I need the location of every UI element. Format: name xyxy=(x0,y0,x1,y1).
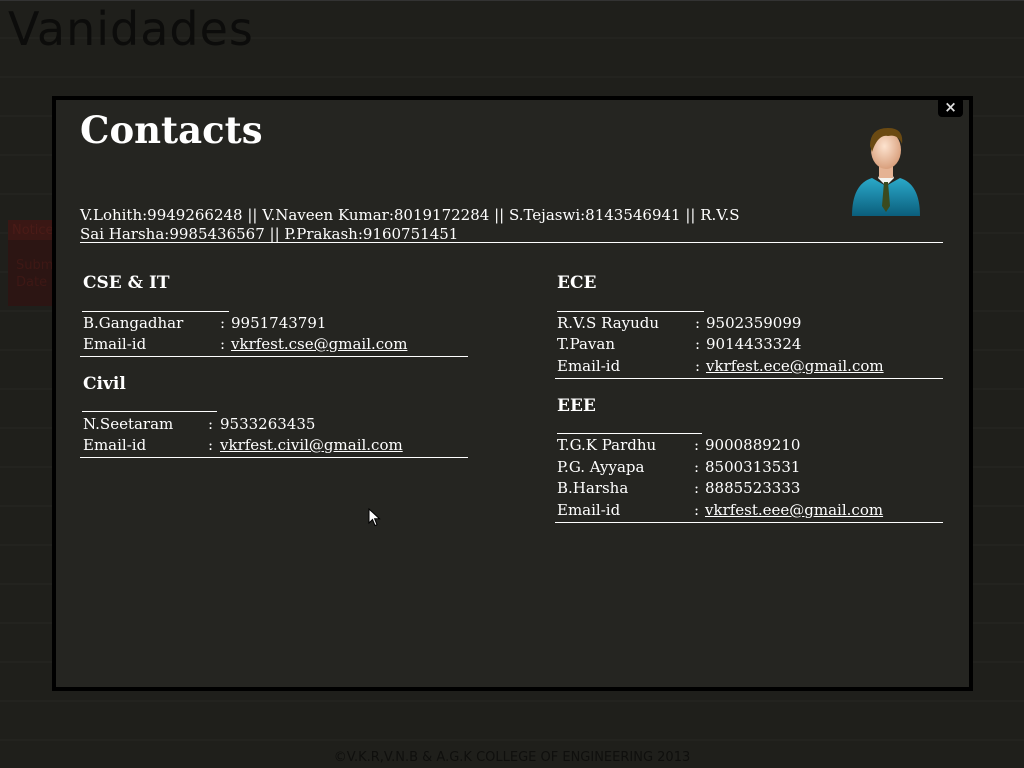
email-link-cse[interactable]: vkrfest.cse@gmail.com xyxy=(231,334,407,354)
contact-name: B.Harsha xyxy=(557,479,629,497)
contact-name: T.Pavan xyxy=(557,335,616,353)
separator: : xyxy=(220,314,226,332)
contacts-modal xyxy=(52,96,973,691)
section-title-cse: CSE & IT xyxy=(83,273,170,293)
footer-copyright: ©V.K.R,V.N.B & A.G.K COLLEGE OF ENGINEER… xyxy=(333,750,691,765)
student-coordinators: V.Lohith:9949266248 || V.Naveen Kumar:80… xyxy=(80,206,740,243)
section-underline xyxy=(82,411,217,412)
businessman-avatar-icon xyxy=(852,128,920,216)
section-title-ece: ECE xyxy=(557,273,597,293)
separator: : xyxy=(695,335,701,353)
section-title-eee: EEE xyxy=(557,396,596,416)
section-title-civil: Civil xyxy=(83,374,126,394)
contact-name: N.Seetaram xyxy=(83,415,174,433)
section-underline xyxy=(557,433,702,434)
section-underline xyxy=(82,311,229,312)
contact-phone: 9000889210 xyxy=(705,436,801,454)
separator: : xyxy=(694,479,700,497)
divider xyxy=(80,457,468,458)
separator: : xyxy=(694,501,700,519)
mouse-pointer-icon xyxy=(368,508,381,527)
divider xyxy=(80,356,468,357)
contact-phone: 8885523333 xyxy=(705,479,801,497)
contact-name: T.G.K Pardhu xyxy=(557,436,657,454)
contact-name: R.V.S Rayudu xyxy=(557,314,660,332)
contact-phone: 9951743791 xyxy=(231,314,327,332)
separator: : xyxy=(694,436,700,454)
email-link-eee[interactable]: vkrfest.eee@gmail.com xyxy=(705,500,883,520)
site-title: Vanidades xyxy=(8,2,254,56)
contact-phone: 8500313531 xyxy=(705,458,801,476)
notice-title: Notice xyxy=(8,220,56,240)
section-underline xyxy=(557,311,704,312)
separator: : xyxy=(694,458,700,476)
email-label: Email-id xyxy=(83,335,147,353)
separator: : xyxy=(220,335,226,353)
separator: : xyxy=(208,415,214,433)
notice-line: Date xyxy=(16,275,48,290)
modal-title: Contacts xyxy=(80,108,263,152)
contact-phone: 9533263435 xyxy=(220,415,316,433)
contact-name: P.G. Ayyapa xyxy=(557,458,645,476)
email-link-ece[interactable]: vkrfest.ece@gmail.com xyxy=(706,356,884,376)
notice-panel: Notice Subm Date xyxy=(8,220,56,306)
email-label: Email-id xyxy=(557,357,621,375)
contact-phone: 9014433324 xyxy=(706,335,802,353)
contact-phone: 9502359099 xyxy=(706,314,802,332)
divider xyxy=(555,522,943,523)
contact-name: B.Gangadhar xyxy=(83,314,184,332)
email-label: Email-id xyxy=(557,501,621,519)
notice-line: Subm xyxy=(16,258,54,273)
divider xyxy=(555,378,943,379)
separator: : xyxy=(208,436,214,454)
email-link-civil[interactable]: vkrfest.civil@gmail.com xyxy=(220,435,403,455)
divider xyxy=(80,242,943,243)
close-icon[interactable]: × xyxy=(944,98,957,116)
separator: : xyxy=(695,357,701,375)
close-button[interactable]: × xyxy=(938,97,963,117)
separator: : xyxy=(695,314,701,332)
top-divider xyxy=(0,0,1024,1)
email-label: Email-id xyxy=(83,436,147,454)
